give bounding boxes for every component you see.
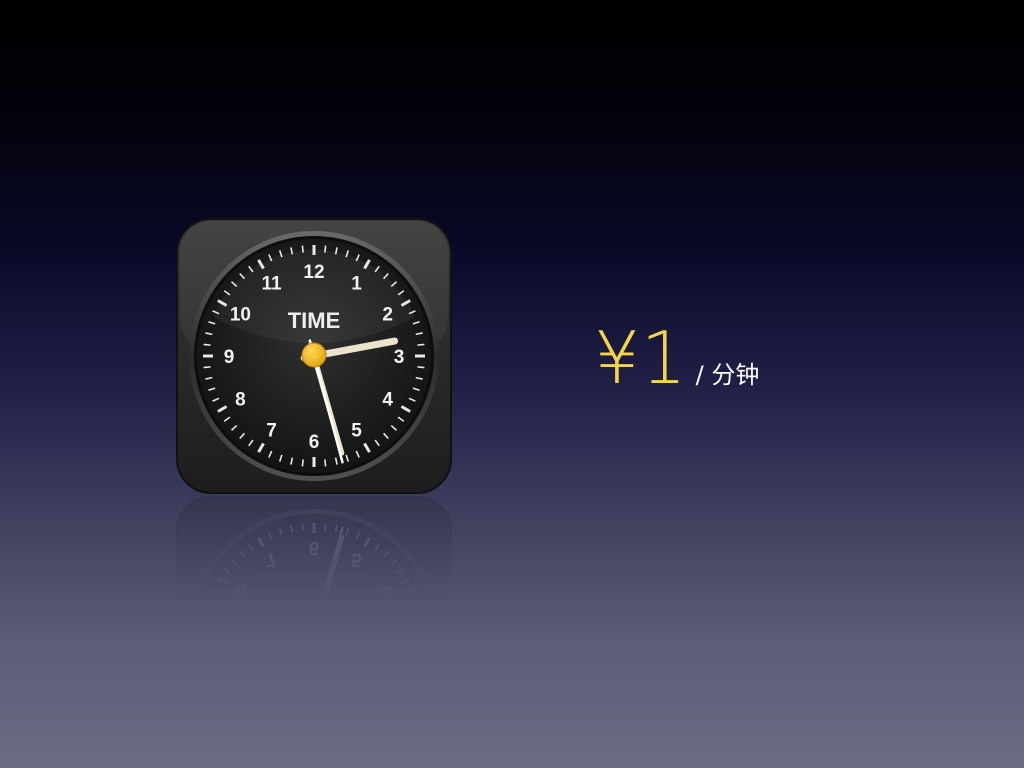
dial-number-10: 10 — [230, 305, 251, 326]
minute-tick — [203, 366, 211, 369]
dial-number-3: 3 — [394, 622, 405, 643]
dial-number-6: 6 — [309, 432, 320, 453]
minute-tick — [203, 644, 211, 647]
minute-tick — [301, 737, 304, 745]
minute-tick — [417, 644, 425, 647]
minute-tick — [324, 459, 327, 467]
dial-number-9: 9 — [224, 347, 235, 368]
minute-tick — [301, 459, 304, 467]
dial-number-12: 12 — [303, 262, 324, 283]
dial-number-11: 11 — [261, 696, 282, 717]
dial-number-10: 10 — [230, 665, 251, 686]
minute-tick — [301, 523, 304, 531]
minute-tick — [203, 621, 211, 624]
dial-number-7: 7 — [266, 548, 277, 569]
dial-number-8: 8 — [235, 580, 246, 601]
slide: 12 1 2 3 4 5 6 7 8 9 10 11 TIME 12 1 2 3… — [0, 0, 1024, 768]
dial-number-1: 1 — [351, 696, 362, 717]
dial-number-2: 2 — [382, 665, 393, 686]
dial-number-4: 4 — [382, 390, 393, 411]
brand-label: TIME — [288, 657, 341, 682]
dial-number-11: 11 — [261, 273, 282, 294]
dial-number-8: 8 — [235, 390, 246, 411]
dial-number-1: 1 — [351, 273, 362, 294]
minute-tick — [203, 343, 211, 346]
dial-number-5: 5 — [351, 421, 362, 442]
minute-tick — [417, 343, 425, 346]
dial-number-3: 3 — [394, 347, 405, 368]
center-pivot-cap — [310, 351, 318, 359]
dial-number-9: 9 — [224, 622, 235, 643]
clock-icon: 121234567891011 TIME — [176, 218, 452, 494]
minute-tick — [324, 737, 327, 745]
minute-tick — [324, 523, 327, 531]
dial-number-6: 6 — [309, 537, 320, 558]
price-unit: / 分钟 — [695, 361, 760, 389]
center-pivot-cap — [310, 631, 318, 639]
price-label: ¥1/ 分钟 — [594, 318, 759, 398]
dial-number-4: 4 — [382, 580, 393, 601]
clock-reflection: 12 12 345 6 789 10 11 TIME — [176, 496, 452, 768]
price-amount: ¥1 — [594, 316, 688, 400]
brand-label: TIME — [288, 308, 341, 333]
minute-tick — [324, 245, 327, 253]
dial-number-5: 5 — [351, 548, 362, 569]
dial-number-2: 2 — [382, 305, 393, 326]
minute-tick — [417, 366, 425, 369]
minute-tick — [417, 621, 425, 624]
dial-number-12: 12 — [303, 707, 324, 728]
minute-tick — [301, 245, 304, 253]
dial-number-7: 7 — [266, 421, 277, 442]
